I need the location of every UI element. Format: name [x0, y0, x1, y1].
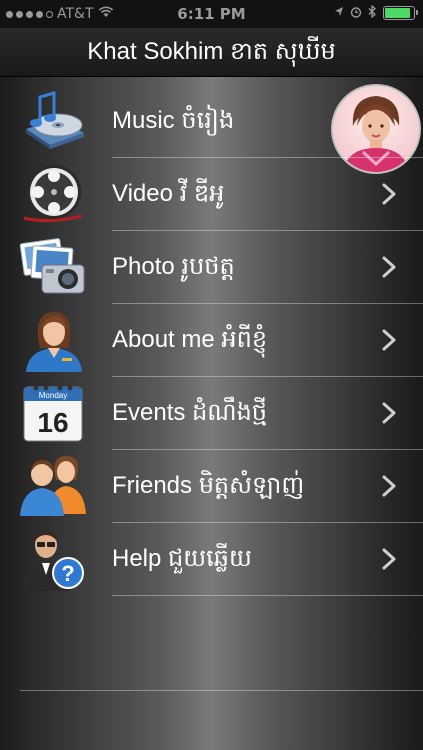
menu-item-photo[interactable]: Photo រូបថត្ត	[19, 230, 423, 303]
alarm-icon	[350, 6, 362, 21]
chevron-right-icon	[382, 548, 396, 570]
svg-text:?: ?	[61, 561, 74, 586]
friends-icon	[18, 454, 88, 518]
menu-item-about-me[interactable]: About me អំពីខ្ញុំ	[26, 303, 423, 376]
menu-item-label: Help ជួយឆ្លើយ	[112, 545, 252, 572]
woman-profile-icon	[18, 308, 88, 372]
menu-item-label: Photo រូបថត្ត	[112, 253, 235, 280]
menu-item-label: Video វី ឌីអូ	[112, 180, 225, 207]
menu-item-music[interactable]: Music ចំរៀង	[26, 85, 423, 157]
menu-item-label: Events ដំណឹងថ្មី	[112, 399, 268, 426]
status-bar: AT&T 6:11 PM	[0, 0, 423, 28]
chevron-right-icon	[382, 402, 396, 424]
chevron-right-icon	[382, 256, 396, 278]
bluetooth-icon	[368, 4, 377, 21]
chevron-right-icon	[382, 329, 396, 351]
menu-item-help[interactable]: ? Help ជួយឆ្លើយ	[22, 522, 423, 595]
calendar-month-text: Monday	[39, 391, 67, 400]
status-right	[334, 4, 418, 21]
calendar-icon: Monday 16	[18, 381, 88, 445]
calendar-day-text: 16	[37, 407, 68, 438]
menu-item-label: Music ចំរៀង	[112, 107, 235, 134]
menu-item-video[interactable]: Video វី ឌីអូ	[23, 157, 423, 230]
footer-divider	[20, 690, 423, 691]
menu-item-events[interactable]: Monday 16 Events ដំណឹងថ្មី	[23, 376, 423, 449]
menu-list: Music ចំរៀង Video វី ឌីអូ Photo រូបថត្ត …	[0, 85, 423, 668]
menu-item-friends[interactable]: Friends មិត្តសំឡាញ់	[20, 449, 423, 522]
battery-level	[385, 8, 410, 18]
nav-bar: Khat Sokhim ខាត សុឃីម	[0, 28, 423, 77]
help-person-icon: ?	[18, 527, 88, 591]
camera-photos-icon	[18, 235, 88, 299]
app-screen: AT&T 6:11 PM Khat Sokhim ខាត សុឃីម Music…	[0, 0, 423, 750]
list-end-divider	[112, 595, 423, 668]
music-cd-icon	[18, 89, 88, 153]
film-reel-icon	[18, 162, 88, 226]
menu-item-label: About me អំពីខ្ញុំ	[112, 326, 268, 353]
battery-icon	[383, 6, 418, 20]
location-icon	[334, 6, 344, 21]
page-title: Khat Sokhim ខាត សុឃីម	[87, 38, 336, 65]
chevron-right-icon	[382, 183, 396, 205]
menu-item-label: Friends មិត្តសំឡាញ់	[112, 472, 305, 499]
chevron-right-icon	[382, 475, 396, 497]
